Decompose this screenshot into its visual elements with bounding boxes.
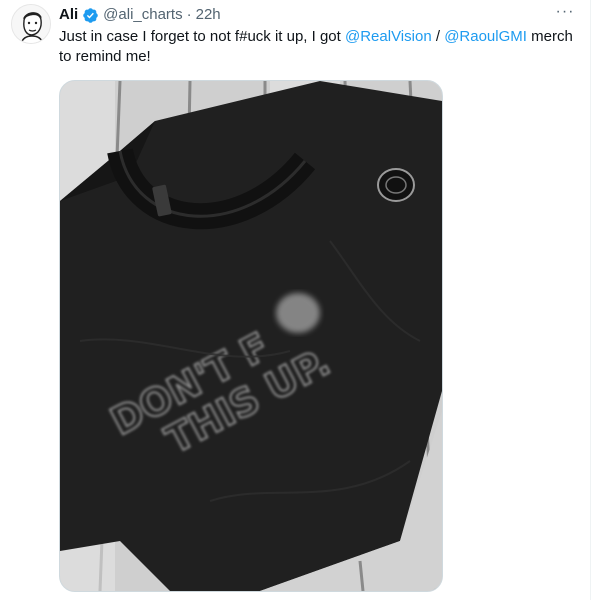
tweet[interactable]: Ali @ali_charts · 22h ··· Just in case I… (0, 0, 591, 600)
author-handle[interactable]: @ali_charts (103, 5, 182, 25)
mention-link-realvision[interactable]: @RealVision (345, 28, 432, 45)
tshirt-photo-image: DON'T F THIS UP. (60, 81, 442, 591)
author-avatar[interactable] (11, 4, 51, 44)
more-options-icon[interactable]: ··· (554, 4, 576, 24)
avatar-sketch-icon (12, 5, 50, 43)
tweet-text-part: / (431, 28, 445, 45)
mention-link-raoulgmi[interactable]: @RaoulGMI (444, 28, 527, 45)
tweet-text: Just in case I forget to not f#uck it up… (59, 27, 579, 67)
tweet-header: Ali @ali_charts · 22h (59, 5, 221, 25)
tweet-text-part: Just in case I forget to not f#uck it up… (59, 28, 345, 45)
verified-badge-icon[interactable] (82, 7, 99, 24)
header-separator: · (186, 6, 192, 23)
tweet-photo[interactable]: DON'T F THIS UP. (59, 80, 443, 592)
tweet-timestamp[interactable]: 22h (196, 5, 221, 25)
author-name[interactable]: Ali (59, 5, 78, 25)
